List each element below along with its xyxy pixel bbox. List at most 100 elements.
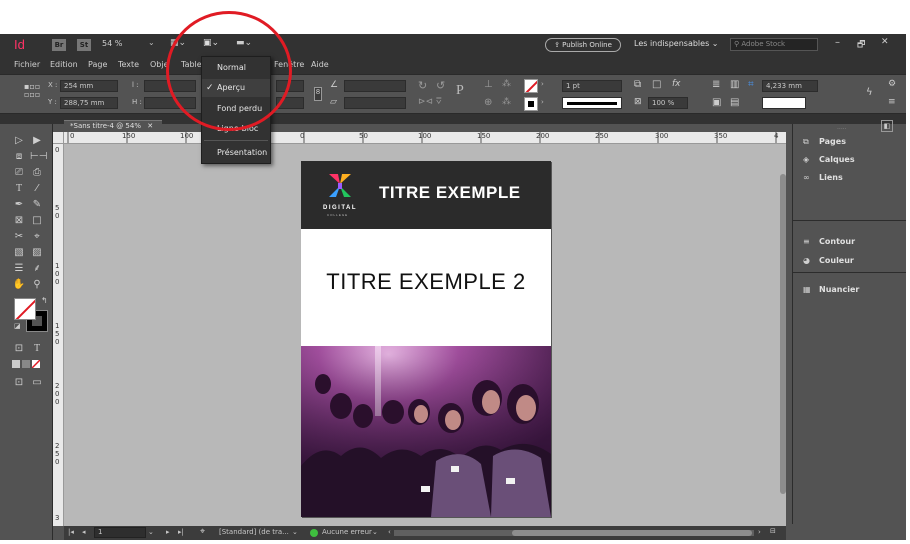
align-icon[interactable]: ▣ <box>712 97 721 108</box>
eyedropper-tool-icon[interactable]: ⸙ <box>30 262 44 276</box>
apply-none-icon[interactable] <box>32 360 40 368</box>
adobe-stock-search[interactable]: ⚲ Adobe Stock <box>730 38 818 51</box>
publish-online-button[interactable]: ⇪ Publish Online <box>545 38 621 52</box>
canvas-horizontal-scrollbar[interactable] <box>394 530 754 536</box>
menu-aide[interactable]: Aide <box>311 56 329 74</box>
free-transform-tool-icon[interactable]: ⌖ <box>30 230 44 244</box>
stroke-weight-field[interactable]: 1 pt <box>562 80 622 92</box>
first-page-icon[interactable]: |◂ <box>68 528 74 536</box>
gap-tool-icon[interactable]: ⊢⊣ <box>30 150 47 164</box>
default-fill-stroke-icon[interactable]: ◪ <box>14 322 21 330</box>
rotate-field[interactable] <box>344 80 406 92</box>
minimize-button[interactable]: – <box>835 37 840 48</box>
page-dropdown-icon[interactable]: ⌄ <box>148 528 154 536</box>
document-canvas[interactable]: DIGITAL COLLEGE TITRE EXEMPLE TITRE EXEM… <box>64 144 786 526</box>
hand-tool-icon[interactable]: ✋ <box>12 278 26 292</box>
fill-swatch[interactable] <box>524 79 538 93</box>
select-container-icon[interactable]: ⊥ <box>484 79 493 90</box>
layers-panel-tab[interactable]: ◈ Calques <box>803 152 855 168</box>
errors-dropdown-icon[interactable]: ⌄ <box>372 528 378 536</box>
stroke-dropdown-icon[interactable]: › <box>541 98 544 106</box>
gutter-color-swatch[interactable] <box>762 97 806 109</box>
zoom-tool-icon[interactable]: ⚲ <box>30 278 44 292</box>
screen-mode-tool-icon[interactable]: ▭ <box>30 376 44 390</box>
columns-icon[interactable]: ▥ <box>730 79 739 90</box>
horizontal-scroll-thumb[interactable] <box>512 530 752 536</box>
normal-view-icon[interactable]: ⊡ <box>12 376 26 390</box>
flip-v-icon[interactable]: ⩢ <box>436 97 441 107</box>
workspace-switcher[interactable]: Les indispensables ⌄ <box>634 39 719 48</box>
pencil-tool-icon[interactable]: ✎ <box>30 198 44 212</box>
last-page-icon[interactable]: ▸| <box>178 528 184 536</box>
rectangle-tool-icon[interactable]: □ <box>30 214 44 228</box>
audience-photo[interactable] <box>301 346 551 517</box>
tab-close-icon[interactable]: ✕ <box>147 122 153 130</box>
zoom-dropdown-icon[interactable]: ⌄ <box>148 38 155 47</box>
settings-gear-icon[interactable]: ⚙ <box>888 79 896 89</box>
menu-fichier[interactable]: Fichier <box>14 56 40 74</box>
quick-apply-icon[interactable]: ϟ <box>866 87 873 98</box>
swap-fill-stroke-icon[interactable]: ↰ <box>41 296 48 305</box>
select-prev-icon[interactable]: ⁂ <box>502 79 511 89</box>
opacity-field[interactable]: 100 % <box>648 97 688 109</box>
rotate-cw-icon[interactable]: ↻ <box>418 79 427 92</box>
pen-tool-icon[interactable]: ✒ <box>12 198 26 212</box>
page-tool-icon[interactable]: ⧈ <box>12 150 26 164</box>
shear-angle-icon[interactable]: ▱ <box>330 97 337 107</box>
scissors-tool-icon[interactable]: ✂ <box>12 230 26 244</box>
fill-dropdown-icon[interactable]: › <box>541 80 544 88</box>
prev-page-icon[interactable]: ◂ <box>82 528 86 536</box>
color-panel-tab[interactable]: ◕ Couleur <box>803 253 854 269</box>
menu-page[interactable]: Page <box>88 56 107 74</box>
fill-stroke-widget[interactable]: ↰ ◪ <box>14 296 50 332</box>
stock-button[interactable]: St <box>77 39 91 51</box>
formatting-container-icon[interactable]: ⊡ <box>12 342 26 356</box>
select-next-icon[interactable]: ⁂ <box>502 97 511 107</box>
panel-menu-icon[interactable]: ≡ <box>888 97 896 107</box>
y-field[interactable]: 288,75 mm <box>60 97 118 109</box>
direct-selection-tool-icon[interactable]: ▶ <box>30 134 44 148</box>
stroke-type-select[interactable] <box>562 97 622 109</box>
apply-color-icon[interactable] <box>12 360 20 368</box>
fx-icon[interactable]: fx <box>672 79 681 89</box>
type-tool-icon[interactable]: T <box>12 182 26 196</box>
apply-gradient-icon[interactable] <box>22 360 30 368</box>
document-page[interactable]: DIGITAL COLLEGE TITRE EXEMPLE TITRE EXEM… <box>301 161 551 517</box>
horizontal-scroll-right-icon[interactable]: › <box>758 528 761 536</box>
menu-texte[interactable]: Texte <box>118 56 139 74</box>
select-content-icon[interactable]: ⊕ <box>484 97 492 108</box>
rotate-ccw-icon[interactable]: ↺ <box>436 79 445 92</box>
constrain-proportions-icon[interactable]: 8 <box>314 87 322 101</box>
line-tool-icon[interactable]: ⁄ <box>30 182 44 196</box>
content-placer-icon[interactable]: ⎙ <box>30 166 44 180</box>
horizontal-scroll-left-icon[interactable]: ‹ <box>388 528 391 536</box>
stroke-swatch[interactable] <box>524 97 538 111</box>
fill-indicator[interactable] <box>14 298 36 320</box>
split-view-icon[interactable]: ⊟ <box>770 527 776 535</box>
frame-fitting-icon[interactable]: ⧉ <box>634 79 641 90</box>
preflight-status[interactable]: Aucune erreur <box>322 528 372 536</box>
x-field[interactable]: 254 mm <box>60 80 118 92</box>
rotate-angle-icon[interactable]: ∠ <box>330 80 338 90</box>
menu-edition[interactable]: Edition <box>50 56 78 74</box>
close-button[interactable]: ✕ <box>881 37 889 47</box>
stroke-panel-tab[interactable]: ≡ Contour <box>803 234 855 250</box>
canvas-vertical-scrollbar[interactable] <box>780 174 786 494</box>
bridge-button[interactable]: Br <box>52 39 66 51</box>
gradient-swatch-tool-icon[interactable]: ▧ <box>12 246 26 260</box>
text-wrap-icon[interactable]: ≣ <box>712 79 720 90</box>
panel-side-icon[interactable]: ◧ <box>881 120 893 132</box>
page-number-field[interactable]: 1 <box>94 527 146 538</box>
profile-dropdown-icon[interactable]: ⌄ <box>292 528 298 536</box>
flip-h-icon[interactable]: ⊳⊲ <box>418 97 433 107</box>
pages-panel-tab[interactable]: ⧉ Pages <box>803 134 846 150</box>
page-header-band[interactable]: DIGITAL COLLEGE TITRE EXEMPLE <box>301 161 551 229</box>
shear-field[interactable] <box>344 97 406 109</box>
content-collector-icon[interactable]: ⎚ <box>12 166 26 180</box>
formatting-text-icon[interactable]: T <box>30 342 44 356</box>
next-page-icon[interactable]: ▸ <box>166 528 170 536</box>
document-tab[interactable]: *Sans titre-4 @ 54% ✕ <box>64 120 162 132</box>
open-page-icon[interactable]: ⌖ <box>200 527 205 537</box>
preflight-profile[interactable]: [Standard] (de tra... <box>219 528 289 536</box>
swatches-panel-tab[interactable]: ▦ Nuancier <box>803 282 859 298</box>
